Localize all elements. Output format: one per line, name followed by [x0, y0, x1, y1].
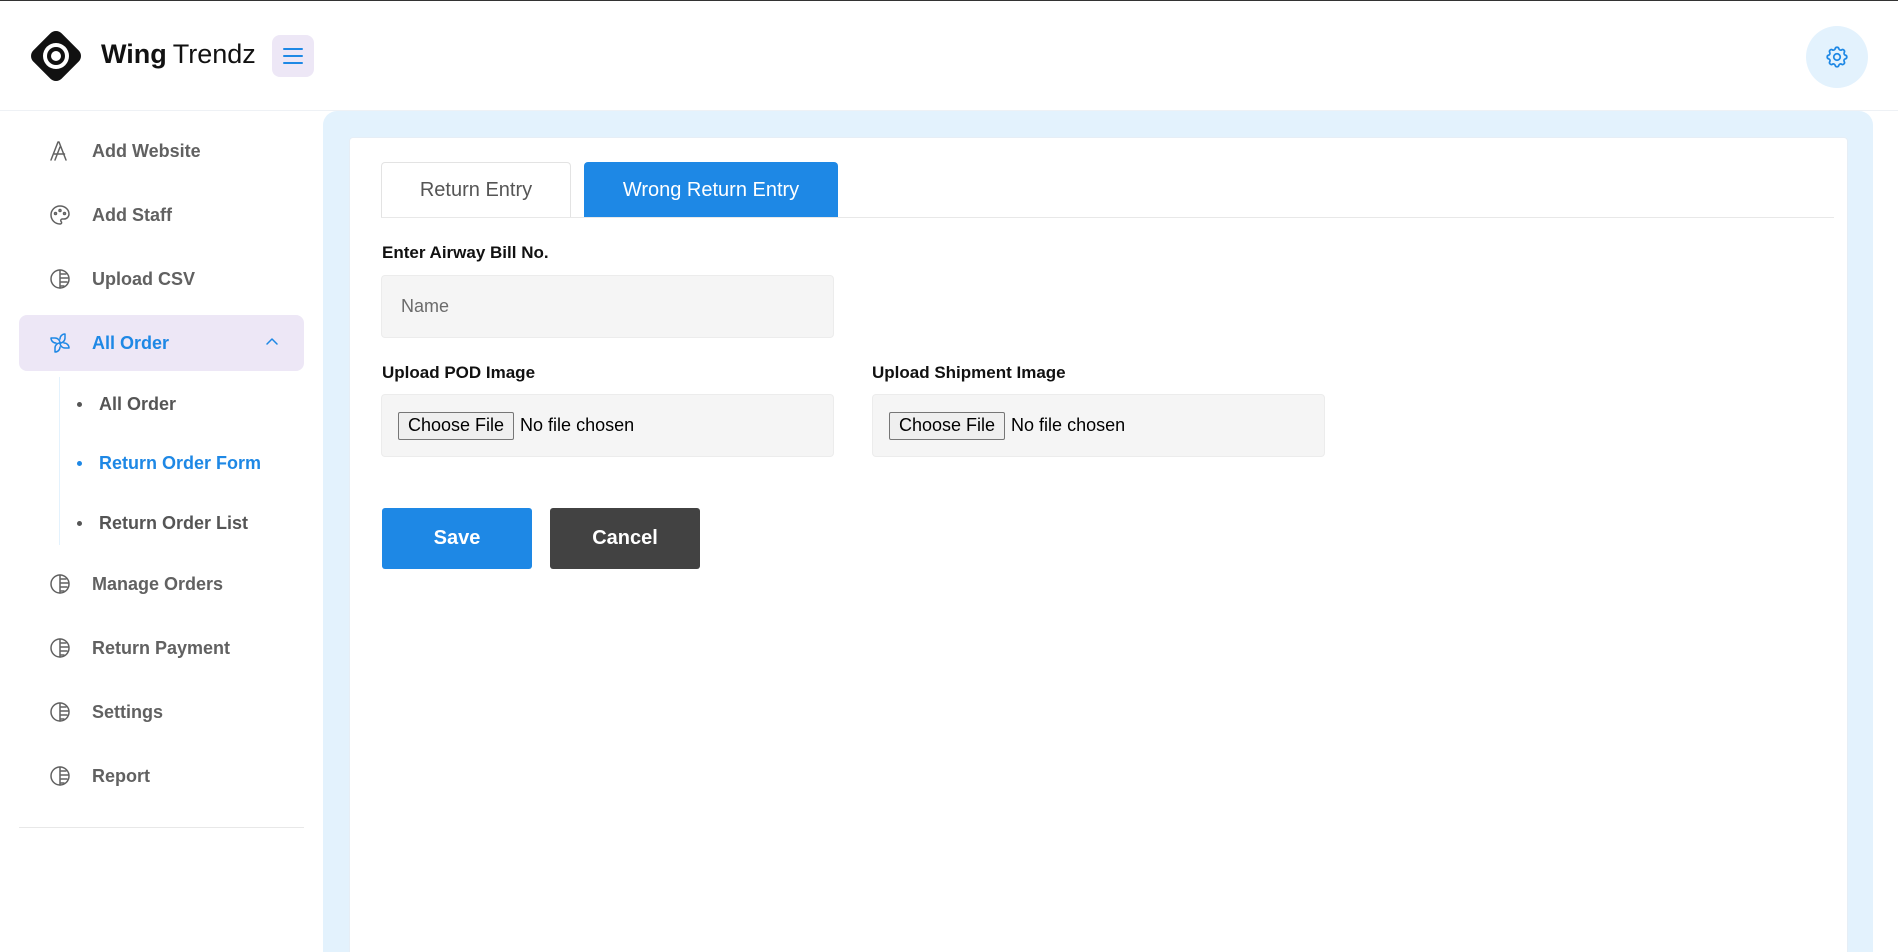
- sidebar-item-label: Report: [92, 765, 150, 786]
- shadow-circle-icon: [47, 266, 73, 292]
- shadow-circle-icon: [47, 699, 73, 725]
- pod-choose-file-button[interactable]: Choose File: [398, 411, 515, 440]
- pod-image-label: Upload POD Image: [382, 363, 536, 382]
- sidebar-item-label: Settings: [92, 701, 164, 722]
- cancel-button[interactable]: Cancel: [550, 508, 700, 569]
- sidebar-item-label: Add Website: [92, 140, 201, 161]
- pod-file-status: No file chosen: [520, 415, 635, 435]
- tab-wrong-return-entry[interactable]: Wrong Return Entry: [584, 162, 838, 218]
- submenu-item-return-order-list[interactable]: Return Order List: [77, 508, 248, 538]
- sidebar-item-label: Return Payment: [92, 637, 231, 658]
- top-header: Wing Trendz: [0, 1, 1898, 111]
- bullet-icon: [77, 401, 82, 407]
- sidebar-item-upload-csv[interactable]: Upload CSV: [19, 251, 304, 307]
- sidebar-item-label: Upload CSV: [92, 268, 196, 289]
- sidebar: Add Website Add Staff Upload CSV All Ord…: [0, 111, 323, 952]
- hamburger-icon: [283, 48, 303, 64]
- sidebar-item-add-staff[interactable]: Add Staff: [19, 187, 304, 243]
- palette-icon: [47, 202, 73, 228]
- submenu-item-all-order[interactable]: All Order: [77, 389, 176, 419]
- submenu-rail: [59, 377, 60, 545]
- menu-toggle-button[interactable]: [272, 35, 314, 77]
- letter-a-icon: [47, 138, 73, 164]
- shadow-circle-icon: [47, 763, 73, 789]
- submenu-item-label: Return Order List: [99, 512, 249, 533]
- shipment-choose-file-button[interactable]: Choose File: [889, 411, 1006, 440]
- submenu-item-return-order-form[interactable]: Return Order Form: [77, 448, 261, 478]
- shadow-circle-icon: [47, 571, 73, 597]
- sidebar-item-return-payment[interactable]: Return Payment: [19, 620, 304, 676]
- logo-icon: [27, 27, 85, 85]
- submenu-item-label: Return Order Form: [99, 452, 262, 473]
- brand-name-light: Trendz: [172, 39, 256, 69]
- gear-icon: [1826, 46, 1848, 68]
- shipment-image-label: Upload Shipment Image: [872, 363, 1066, 382]
- settings-button[interactable]: [1806, 26, 1868, 88]
- shipment-file-status: No file chosen: [1011, 415, 1126, 435]
- sidebar-item-label: All Order: [92, 332, 170, 353]
- airway-bill-input[interactable]: [381, 275, 834, 338]
- pod-image-upload: Choose File No file chosen: [381, 394, 834, 457]
- sidebar-item-settings[interactable]: Settings: [19, 684, 304, 740]
- shipment-image-upload: Choose File No file chosen: [872, 394, 1325, 457]
- brand-name: Wing Trendz: [101, 39, 256, 70]
- sidebar-item-label: Manage Orders: [92, 573, 224, 594]
- bullet-icon: [77, 460, 82, 466]
- tab-divider: [381, 217, 1834, 218]
- submenu-item-label: All Order: [99, 393, 177, 414]
- bullet-icon: [77, 520, 82, 526]
- sidebar-item-report[interactable]: Report: [19, 748, 304, 804]
- tab-return-entry[interactable]: Return Entry: [381, 162, 571, 218]
- save-button[interactable]: Save: [382, 508, 532, 569]
- brand-name-bold: Wing: [101, 39, 167, 69]
- shadow-circle-icon: [47, 635, 73, 661]
- sidebar-item-label: Add Staff: [92, 204, 172, 225]
- sidebar-item-add-website[interactable]: Add Website: [19, 123, 304, 179]
- airway-bill-label: Enter Airway Bill No.: [382, 243, 549, 262]
- chevron-up-icon: [264, 334, 280, 355]
- sidebar-divider: [19, 827, 304, 828]
- windmill-icon: [47, 330, 73, 356]
- sidebar-item-all-order[interactable]: All Order: [19, 315, 304, 371]
- sidebar-item-manage-orders[interactable]: Manage Orders: [19, 556, 304, 612]
